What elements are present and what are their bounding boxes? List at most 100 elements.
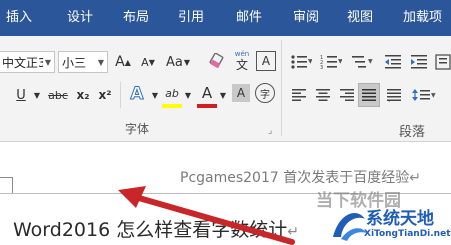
superscript-icon: x² xyxy=(98,88,112,102)
shrink-font-icon: A xyxy=(141,55,149,69)
subscript-button[interactable]: x₂ xyxy=(73,84,93,106)
chevron-down-icon: ▼ xyxy=(151,90,159,100)
chevron-down-icon: ▼ xyxy=(44,57,51,67)
decrease-indent-button[interactable] xyxy=(382,51,404,73)
character-border-button[interactable]: A xyxy=(256,51,276,71)
svg-text:▼: ▼ xyxy=(431,92,436,99)
strikethrough-button[interactable]: abc xyxy=(45,84,71,106)
grow-font-icon: A xyxy=(115,54,125,70)
tab-layout[interactable]: 布局 xyxy=(123,0,149,36)
font-color-icon: A xyxy=(201,84,213,102)
highlighter-icon: ab xyxy=(165,86,179,100)
font-name-value: 中文正3 xyxy=(2,55,43,70)
clear-formatting-button[interactable] xyxy=(206,49,228,75)
highlight-dropdown[interactable]: ▼ xyxy=(183,84,193,106)
font-color-button[interactable]: A xyxy=(197,82,217,104)
tab-insert[interactable]: 插入 xyxy=(6,0,32,36)
align-right-icon xyxy=(340,89,354,101)
enclose-characters-button[interactable]: 字 xyxy=(255,83,275,103)
change-case-button[interactable]: Aa ▼ xyxy=(164,51,192,73)
eraser-icon xyxy=(209,53,224,68)
divider xyxy=(120,82,121,108)
character-shading-button[interactable]: A xyxy=(232,84,250,102)
chinese-layout-icon xyxy=(435,54,451,70)
align-left-button[interactable] xyxy=(288,84,310,106)
shrink-font-button[interactable]: A ▼ xyxy=(137,51,159,73)
tab-mailings[interactable]: 邮件 xyxy=(236,0,262,36)
paragraph-mark: ↵ xyxy=(287,224,299,240)
font-size-dropdown[interactable]: 小三 ▼ xyxy=(58,51,108,73)
superscript-button[interactable]: x² xyxy=(95,84,115,106)
chinese-layout-button[interactable] xyxy=(434,51,451,73)
underline-icon: U xyxy=(16,87,26,103)
align-right-button[interactable] xyxy=(336,84,358,106)
header-text-content: Pcgames2017 首次发表于百度经验 xyxy=(180,170,410,186)
align-center-icon xyxy=(316,89,330,101)
decrease-indent-icon xyxy=(385,55,401,69)
bullets-button[interactable]: ▼ xyxy=(288,51,314,73)
increase-indent-button[interactable] xyxy=(408,51,430,73)
svg-text:▼: ▼ xyxy=(368,58,373,65)
font-name-dropdown[interactable]: 中文正3 ▼ xyxy=(0,51,55,73)
body-text-content: Word2016 怎么样查看字数统计 xyxy=(13,219,288,241)
multilevel-list-button[interactable]: ▼ xyxy=(349,51,375,73)
font-color-swatch xyxy=(197,104,217,108)
document-body-text[interactable]: Word2016 怎么样查看字数统计↵ xyxy=(13,215,299,242)
pinyin-top-text: wén xyxy=(234,50,250,58)
svg-text:3: 3 xyxy=(320,65,323,70)
multilevel-list-icon: ▼ xyxy=(352,56,373,68)
svg-text:▼: ▼ xyxy=(338,58,342,65)
underline-button[interactable]: U xyxy=(10,84,32,106)
svg-text:▼: ▼ xyxy=(308,58,312,65)
justify-button[interactable] xyxy=(358,83,380,107)
enclose-characters-icon: 字 xyxy=(260,89,270,101)
tab-view[interactable]: 视图 xyxy=(347,0,373,36)
line-spacing-icon: ▼ xyxy=(412,89,436,101)
font-dialog-launcher-icon[interactable]: ⌟ xyxy=(268,126,272,136)
group-divider xyxy=(281,40,282,136)
font-group-label: 字体 xyxy=(125,122,150,136)
watermark-title: 系统天地 xyxy=(366,209,434,229)
align-center-button[interactable] xyxy=(312,84,334,106)
pinyin-char: 文 xyxy=(235,58,248,72)
font-size-value: 小三 xyxy=(62,55,87,70)
text-effects-icon: A xyxy=(130,84,144,105)
tab-references[interactable]: 引用 xyxy=(178,0,204,36)
tab-design[interactable]: 设计 xyxy=(67,0,93,36)
change-case-icon: Aa xyxy=(165,54,183,70)
highlight-button[interactable]: ab xyxy=(161,82,183,104)
paragraph-group-label: 段落 xyxy=(399,125,426,140)
highlight-color-swatch xyxy=(162,104,182,108)
numbered-list-icon: 1 2 3 ▼ xyxy=(320,55,342,70)
align-distributed-icon xyxy=(387,89,401,102)
chevron-down-icon: ▼ xyxy=(219,90,227,100)
underline-dropdown[interactable]: ▼ xyxy=(32,84,42,106)
margin-corner-mark xyxy=(12,178,13,194)
phonetic-guide-button[interactable]: wén 文 xyxy=(231,47,253,75)
chevron-down-icon: ▼ xyxy=(184,90,192,100)
text-effects-button[interactable]: A xyxy=(125,83,149,105)
subscript-icon: x₂ xyxy=(76,88,90,102)
tab-add-ins[interactable]: 加载项 xyxy=(403,0,442,36)
align-justify-icon xyxy=(362,89,376,101)
character-shading-icon: A xyxy=(236,86,246,100)
distributed-button[interactable] xyxy=(383,84,405,106)
ribbon-panel: 中文正3 ▼ 小三 ▼ A ▲ A ▼ Aa ▼ wén 文 A U ▼ abc x₂… xyxy=(0,36,451,142)
ribbon-tab-bar: 插入 设计 布局 引用 邮件 审阅 视图 加载项 xyxy=(0,0,451,36)
tab-review[interactable]: 审阅 xyxy=(293,0,319,36)
font-color-dropdown[interactable]: ▼ xyxy=(218,84,228,106)
align-left-icon xyxy=(292,89,306,101)
numbering-button[interactable]: 1 2 3 ▼ xyxy=(318,51,344,73)
document-header-text[interactable]: Pcgames2017 首次发表于百度经验↵ xyxy=(180,167,421,187)
character-border-icon: A xyxy=(261,54,271,68)
watermark-url: XiTongTianDi.net xyxy=(364,229,451,239)
paragraph-mark: ↵ xyxy=(409,170,421,186)
strikethrough-icon: abc xyxy=(48,88,68,102)
grow-font-button[interactable]: A ▲ xyxy=(112,51,134,73)
text-effects-dropdown[interactable]: ▼ xyxy=(150,84,160,106)
line-spacing-button[interactable]: ▼ xyxy=(410,84,438,106)
increase-indent-icon xyxy=(411,55,427,69)
chevron-down-icon: ▼ xyxy=(33,90,41,100)
chevron-down-icon: ▼ xyxy=(97,57,104,67)
bullet-list-icon: ▼ xyxy=(291,55,312,69)
